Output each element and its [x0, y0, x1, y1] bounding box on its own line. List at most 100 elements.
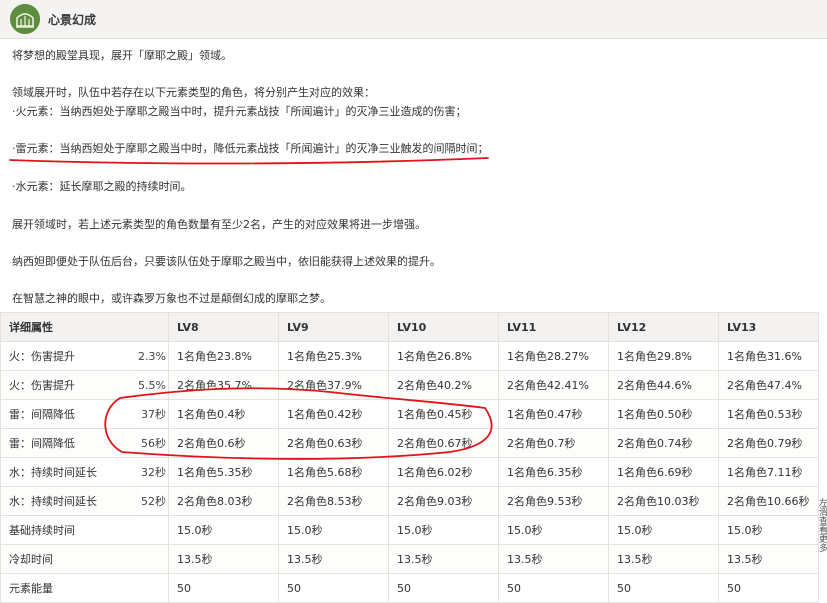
table-cell: 2名角色40.2%	[388, 370, 499, 400]
table-cell: 2名角色42.41%	[498, 370, 609, 400]
table-cell: 13.5秒	[168, 544, 279, 574]
table-cell: 2名角色37.9%	[278, 370, 389, 400]
table-cell: 15.0秒	[608, 515, 719, 545]
table-cell: 2名角色0.6秒	[168, 428, 279, 458]
scroll-hint[interactable]: 左滑查看更多	[817, 498, 827, 552]
truncated-value: 52秒	[141, 487, 168, 515]
row-label: 雷：间隔降低 56秒	[0, 428, 169, 458]
table-cell: 15.0秒	[718, 515, 819, 545]
row-label-text: 基础持续时间	[9, 524, 75, 537]
table-cell: 13.5秒	[718, 544, 819, 574]
row-label: 火：伤害提升 5.5%	[0, 370, 169, 400]
table-cell: 50	[608, 573, 719, 603]
table-cell: 2名角色35.7%	[168, 370, 279, 400]
header-lv9: LV9	[278, 312, 389, 342]
row-label: 基础持续时间	[0, 515, 169, 545]
table-cell: 13.5秒	[278, 544, 389, 574]
table-row: 雷：间隔降低 56秒 2名角色0.6秒 2名角色0.63秒 2名角色0.67秒 2名角色0…	[0, 428, 819, 458]
table-cell: 1名角色6.69秒	[608, 457, 719, 487]
truncated-value: 56秒	[141, 429, 168, 457]
table-cell: 1名角色0.45秒	[388, 399, 499, 429]
table-cell: 1名角色7.11秒	[718, 457, 819, 487]
table-cell: 50	[718, 573, 819, 603]
table-row: 元素能量 50 50 50 50 50 50	[0, 573, 819, 603]
row-label: 火：伤害提升 2.3%	[0, 341, 169, 371]
row-label-text: 火：伤害提升	[9, 379, 75, 392]
skill-header: 心景幻成	[0, 0, 827, 39]
table-cell: 2名角色9.53秒	[498, 486, 609, 516]
table-cell: 1名角色31.6%	[718, 341, 819, 371]
truncated-value: 32秒	[141, 458, 168, 486]
table-header-row: 详细属性 LV8 LV9 LV10 LV11 LV12 LV13	[0, 312, 819, 342]
table-cell: 2名角色10.03秒	[608, 486, 719, 516]
table-cell: 13.5秒	[388, 544, 499, 574]
table-cell: 1名角色6.02秒	[388, 457, 499, 487]
table-cell: 2名角色0.74秒	[608, 428, 719, 458]
table-row: 火：伤害提升 2.3% 1名角色23.8% 1名角色25.3% 1名角色26.8% 1名角…	[0, 341, 819, 371]
palace-icon	[10, 4, 40, 34]
table-cell: 50	[388, 573, 499, 603]
table-cell: 2名角色47.4%	[718, 370, 819, 400]
header-lv10: LV10	[388, 312, 499, 342]
table-row: 水：持续时间延长 52秒 2名角色8.03秒 2名角色8.53秒 2名角色9.03秒 2名…	[0, 486, 819, 516]
description-line: ·水元素：延长摩耶之殿的持续时间。	[12, 180, 192, 193]
table-cell: 1名角色5.35秒	[168, 457, 279, 487]
table-cell: 2名角色44.6%	[608, 370, 719, 400]
header-lv8: LV8	[168, 312, 279, 342]
header-lv12: LV12	[608, 312, 719, 342]
table-cell: 1名角色0.50秒	[608, 399, 719, 429]
row-label-text: 火：伤害提升	[9, 350, 75, 363]
table-cell: 15.0秒	[168, 515, 279, 545]
table-cell: 1名角色0.4秒	[168, 399, 279, 429]
table-cell: 1名角色29.8%	[608, 341, 719, 371]
table-cell: 50	[278, 573, 389, 603]
table-cell: 1名角色26.8%	[388, 341, 499, 371]
description-line: 将梦想的殿堂具现，展开「摩耶之殿」领域。	[12, 49, 232, 62]
table-row: 冷却时间 13.5秒 13.5秒 13.5秒 13.5秒 13.5秒 13.5秒	[0, 544, 819, 574]
truncated-value: 37秒	[141, 400, 168, 428]
header-lv13: LV13	[718, 312, 819, 342]
table-cell: 1名角色25.3%	[278, 341, 389, 371]
table-cell: 1名角色23.8%	[168, 341, 279, 371]
row-label: 元素能量	[0, 573, 169, 603]
table-row: 火：伤害提升 5.5% 2名角色35.7% 2名角色37.9% 2名角色40.2% 2名角…	[0, 370, 819, 400]
description-line: 在智慧之神的眼中，或许森罗万象也不过是颠倒幻成的摩耶之梦。	[12, 292, 331, 305]
table-cell: 2名角色0.67秒	[388, 428, 499, 458]
table-row: 基础持续时间 15.0秒 15.0秒 15.0秒 15.0秒 15.0秒 15.0秒	[0, 515, 819, 545]
truncated-value: 2.3%	[138, 342, 168, 370]
row-label-text: 水：持续时间延长	[9, 466, 97, 479]
table-cell: 1名角色0.42秒	[278, 399, 389, 429]
row-label: 水：持续时间延长 52秒	[0, 486, 169, 516]
row-label-text: 水：持续时间延长	[9, 495, 97, 508]
table-cell: 50	[498, 573, 609, 603]
attribute-table: 详细属性 LV8 LV9 LV10 LV11 LV12 LV13 火：伤害提升 2…	[0, 312, 819, 603]
table-cell: 2名角色8.53秒	[278, 486, 389, 516]
table-row: 水：持续时间延长 32秒 1名角色5.35秒 1名角色5.68秒 1名角色6.02秒 1名…	[0, 457, 819, 487]
table-cell: 2名角色0.63秒	[278, 428, 389, 458]
table-cell: 1名角色0.47秒	[498, 399, 609, 429]
table-cell: 15.0秒	[498, 515, 609, 545]
description-line: 纳西妲即便处于队伍后台，只要该队伍处于摩耶之殿当中，依旧能获得上述效果的提升。	[12, 255, 441, 268]
row-label-text: 雷：间隔降低	[9, 408, 75, 421]
header-lv11: LV11	[498, 312, 609, 342]
table-cell: 1名角色5.68秒	[278, 457, 389, 487]
row-label-text: 元素能量	[9, 582, 53, 595]
table-cell: 2名角色10.66秒	[718, 486, 819, 516]
table-cell: 2名角色0.7秒	[498, 428, 609, 458]
row-label: 冷却时间	[0, 544, 169, 574]
truncated-value: 5.5%	[138, 371, 168, 399]
description-line: 领域展开时，队伍中若存在以下元素类型的角色，将分别产生对应的效果：	[12, 86, 375, 99]
header-attribute: 详细属性	[0, 312, 169, 342]
description-line: ·雷元素：当纳西妲处于摩耶之殿当中时，降低元素战技「所闻遍计」的灭净三业触发的间…	[12, 142, 489, 155]
row-label-text: 雷：间隔降低	[9, 437, 75, 450]
row-label-text: 冷却时间	[9, 553, 53, 566]
description-line: ·火元素：当纳西妲处于摩耶之殿当中时，提升元素战技「所闻遍计」的灭净三业造成的伤…	[12, 105, 467, 118]
skill-title: 心景幻成	[48, 13, 97, 27]
row-label: 雷：间隔降低 37秒	[0, 399, 169, 429]
table-cell: 50	[168, 573, 279, 603]
table-row: 雷：间隔降低 37秒 1名角色0.4秒 1名角色0.42秒 1名角色0.45秒 1名角色0…	[0, 399, 819, 429]
table-cell: 2名角色9.03秒	[388, 486, 499, 516]
table-cell: 1名角色0.53秒	[718, 399, 819, 429]
table-cell: 13.5秒	[608, 544, 719, 574]
table-cell: 15.0秒	[278, 515, 389, 545]
